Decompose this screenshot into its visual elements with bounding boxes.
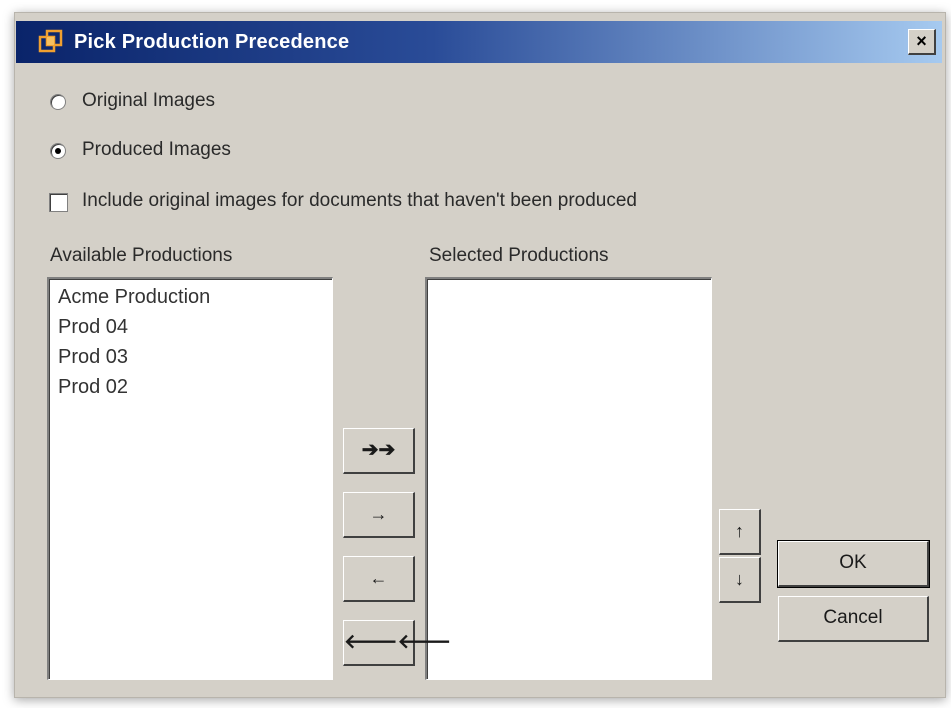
- add-button[interactable]: →: [343, 492, 415, 538]
- include-original-checkbox[interactable]: [49, 193, 68, 212]
- selected-productions-list[interactable]: [425, 277, 712, 680]
- close-icon: ×: [916, 31, 927, 51]
- produced-images-label[interactable]: Produced Images: [82, 139, 231, 161]
- include-original-label[interactable]: Include original images for documents th…: [82, 190, 637, 212]
- ok-button[interactable]: OK: [777, 540, 930, 588]
- remove-button[interactable]: ←: [343, 556, 415, 602]
- list-item[interactable]: Prod 03: [49, 342, 332, 372]
- available-productions-list[interactable]: Acme Production Prod 04 Prod 03 Prod 02: [47, 277, 333, 680]
- double-left-arrow-icon: 🡐🡐: [344, 631, 452, 653]
- list-item[interactable]: Acme Production: [49, 282, 332, 312]
- move-up-button[interactable]: ↑: [719, 509, 761, 555]
- down-arrow-icon: ↓: [735, 569, 744, 589]
- up-arrow-icon: ↑: [735, 521, 744, 541]
- available-items: Acme Production Prod 04 Prod 03 Prod 02: [49, 279, 332, 402]
- available-productions-header: Available Productions: [50, 245, 233, 266]
- production-app-icon: [38, 29, 64, 55]
- original-images-label[interactable]: Original Images: [82, 90, 215, 112]
- list-item[interactable]: Prod 02: [49, 372, 332, 402]
- window-title: Pick Production Precedence: [74, 31, 350, 53]
- cancel-button[interactable]: Cancel: [778, 596, 929, 642]
- move-down-button[interactable]: ↓: [719, 557, 761, 603]
- right-arrow-icon: →: [369, 504, 388, 524]
- remove-all-button[interactable]: 🡐🡐: [343, 620, 451, 666]
- original-images-radio[interactable]: [50, 94, 66, 110]
- double-right-arrow-icon: ➔➔: [361, 439, 396, 461]
- title-bar[interactable]: Pick Production Precedence ×: [16, 21, 942, 63]
- produced-images-radio[interactable]: [50, 143, 66, 159]
- left-arrow-icon: ←: [369, 568, 388, 588]
- close-button[interactable]: ×: [908, 29, 936, 55]
- list-item[interactable]: Prod 04: [49, 312, 332, 342]
- selected-productions-header: Selected Productions: [429, 245, 609, 266]
- add-all-button[interactable]: ➔➔: [343, 428, 415, 474]
